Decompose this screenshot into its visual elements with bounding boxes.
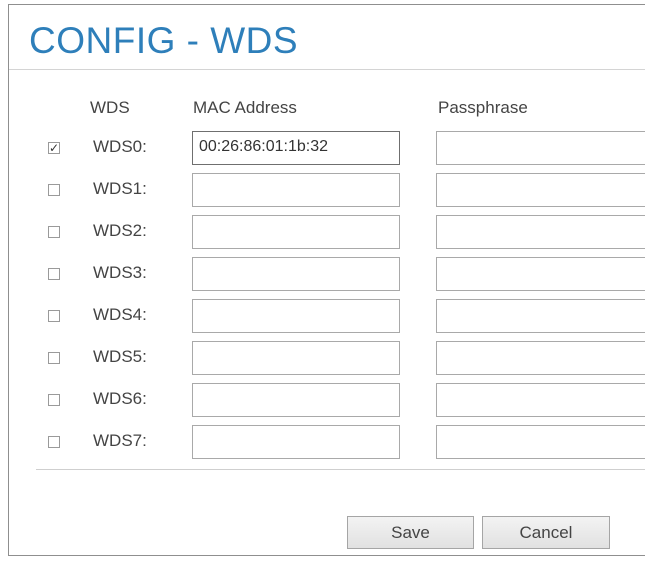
wds6-label: WDS6: bbox=[93, 389, 147, 408]
wds0-enable-checkbox[interactable]: ✓ bbox=[48, 142, 60, 154]
wds3-enable-checkbox[interactable] bbox=[48, 268, 60, 280]
wds7-mac-input[interactable] bbox=[192, 425, 400, 459]
wds-row-0: ✓ WDS0: 00:26:86:01:1b:32 bbox=[0, 129, 645, 171]
wds7-label: WDS7: bbox=[93, 431, 147, 450]
wds2-enable-checkbox[interactable] bbox=[48, 226, 60, 238]
cancel-button[interactable]: Cancel bbox=[482, 516, 610, 549]
wds4-label: WDS4: bbox=[93, 305, 147, 324]
save-button[interactable]: Save bbox=[347, 516, 474, 549]
wds2-mac-input[interactable] bbox=[192, 215, 400, 249]
wds7-enable-checkbox[interactable] bbox=[48, 436, 60, 448]
wds1-enable-checkbox[interactable] bbox=[48, 184, 60, 196]
wds5-label: WDS5: bbox=[93, 347, 147, 366]
wds-row-4: WDS4: bbox=[0, 297, 645, 339]
wds-row-6: WDS6: bbox=[0, 381, 645, 423]
column-header-passphrase: Passphrase bbox=[438, 98, 528, 117]
wds5-mac-input[interactable] bbox=[192, 341, 400, 375]
wds1-label: WDS1: bbox=[93, 179, 147, 198]
wds-row-3: WDS3: bbox=[0, 255, 645, 297]
title-divider bbox=[9, 69, 645, 70]
column-header-mac-address: MAC Address bbox=[193, 98, 297, 117]
wds7-passphrase-input[interactable] bbox=[436, 425, 645, 459]
form-divider bbox=[36, 469, 645, 470]
wds6-enable-checkbox[interactable] bbox=[48, 394, 60, 406]
wds-row-7: WDS7: bbox=[0, 423, 645, 465]
wds3-passphrase-input[interactable] bbox=[436, 257, 645, 291]
wds3-label: WDS3: bbox=[93, 263, 147, 282]
wds-row-5: WDS5: bbox=[0, 339, 645, 381]
wds0-label: WDS0: bbox=[93, 137, 147, 156]
wds5-passphrase-input[interactable] bbox=[436, 341, 645, 375]
wds2-label: WDS2: bbox=[93, 221, 147, 240]
wds2-passphrase-input[interactable] bbox=[436, 215, 645, 249]
wds0-mac-input[interactable]: 00:26:86:01:1b:32 bbox=[192, 131, 400, 165]
wds5-enable-checkbox[interactable] bbox=[48, 352, 60, 364]
wds6-passphrase-input[interactable] bbox=[436, 383, 645, 417]
page-title: CONFIG - WDS bbox=[29, 20, 299, 61]
wds3-mac-input[interactable] bbox=[192, 257, 400, 291]
wds4-passphrase-input[interactable] bbox=[436, 299, 645, 333]
wds-row-1: WDS1: bbox=[0, 171, 645, 213]
wds0-passphrase-input[interactable] bbox=[436, 131, 645, 165]
wds4-mac-input[interactable] bbox=[192, 299, 400, 333]
wds-row-2: WDS2: bbox=[0, 213, 645, 255]
wds4-enable-checkbox[interactable] bbox=[48, 310, 60, 322]
wds6-mac-input[interactable] bbox=[192, 383, 400, 417]
column-header-wds: WDS bbox=[90, 98, 130, 117]
wds1-mac-input[interactable] bbox=[192, 173, 400, 207]
wds1-passphrase-input[interactable] bbox=[436, 173, 645, 207]
